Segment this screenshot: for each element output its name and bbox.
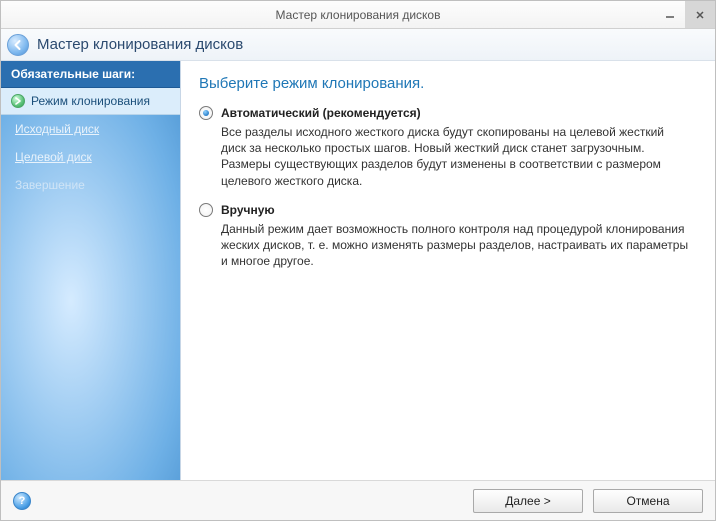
next-button[interactable]: Далее > (473, 489, 583, 513)
wizard-window: Мастер клонирования дисков Мастер клонир… (0, 0, 716, 521)
arrow-right-icon (11, 94, 25, 108)
option-automatic-desc: Все разделы исходного жесткого диска буд… (221, 124, 691, 189)
sidebar-step-finish: Завершение (1, 171, 180, 199)
wizard-header: Мастер клонирования дисков (1, 29, 715, 61)
close-button[interactable] (685, 1, 715, 28)
radio-automatic[interactable] (199, 106, 213, 120)
help-icon[interactable]: ? (13, 492, 31, 510)
page-title: Выберите режим клонирования. (199, 75, 697, 92)
content-panel: Выберите режим клонирования. Автоматичес… (181, 61, 715, 480)
option-manual-label: Вручную (221, 203, 275, 217)
sidebar-step-source-disk[interactable]: Исходный диск (1, 115, 180, 143)
sidebar-step-label: Режим клонирования (31, 94, 150, 108)
back-button[interactable] (7, 34, 29, 56)
option-manual-desc: Данный режим дает возможность полного ко… (221, 221, 691, 270)
wizard-body: Обязательные шаги: Режим клонирования Ис… (1, 61, 715, 480)
radio-manual[interactable] (199, 203, 213, 217)
option-automatic-row[interactable]: Автоматический (рекомендуется) (199, 106, 697, 120)
option-manual-row[interactable]: Вручную (199, 203, 697, 217)
sidebar-header: Обязательные шаги: (1, 61, 180, 88)
wizard-title: Мастер клонирования дисков (37, 36, 243, 53)
sidebar-step-target-disk[interactable]: Целевой диск (1, 143, 180, 171)
cancel-button[interactable]: Отмена (593, 489, 703, 513)
titlebar: Мастер клонирования дисков (1, 1, 715, 29)
sidebar-step-clone-mode[interactable]: Режим клонирования (1, 88, 180, 115)
sidebar-spacer (1, 199, 180, 480)
footer: ? Далее > Отмена (1, 480, 715, 520)
minimize-button[interactable] (655, 1, 685, 28)
option-automatic-label: Автоматический (рекомендуется) (221, 106, 421, 120)
window-title: Мастер клонирования дисков (276, 8, 441, 22)
sidebar: Обязательные шаги: Режим клонирования Ис… (1, 61, 181, 480)
window-controls (655, 1, 715, 28)
